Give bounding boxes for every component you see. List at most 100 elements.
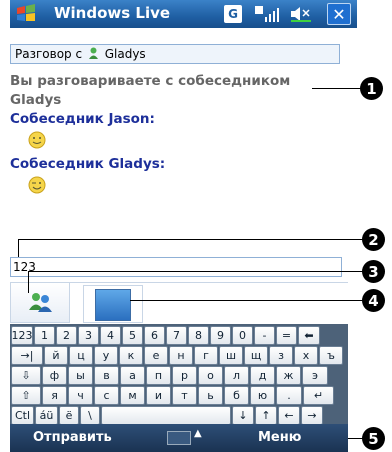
keyboard-key[interactable]: р xyxy=(172,366,197,385)
keyboard-row: ⇩ ф ы в а п р о л д ж э xyxy=(11,366,347,385)
contacts-icon xyxy=(29,293,52,312)
close-button[interactable]: ✕ xyxy=(327,3,351,25)
keyboard-key[interactable]: ч xyxy=(68,386,93,405)
conversation-contact: Gladys xyxy=(104,47,146,61)
keyboard-key[interactable]: м xyxy=(120,386,145,405)
keyboard-key[interactable]: ь xyxy=(198,386,223,405)
keyboard-key[interactable]: 2 xyxy=(56,326,77,345)
keyboard-key[interactable]: з xyxy=(269,346,293,365)
keyboard-key[interactable]: г xyxy=(194,346,218,365)
windows-start-icon[interactable] xyxy=(14,3,38,25)
keyboard-key[interactable]: . xyxy=(276,386,302,405)
keyboard-key[interactable]: ж xyxy=(276,366,301,385)
keyboard-key[interactable]: л xyxy=(224,366,249,385)
keyboard-key[interactable]: 4 xyxy=(100,326,121,345)
keyboard-key[interactable]: ↑ xyxy=(255,406,277,425)
keyboard-key[interactable]: - xyxy=(254,326,275,345)
keyboard-key[interactable]: щ xyxy=(244,346,268,365)
keyboard-key[interactable]: э xyxy=(302,366,328,385)
keyboard-row: Ctl áü ё \ ↓ ↑ ← → xyxy=(11,406,347,425)
keyboard-key[interactable]: й xyxy=(44,346,68,365)
send-softkey[interactable]: Отправить xyxy=(33,430,112,445)
keyboard-key[interactable]: 8 xyxy=(188,326,209,345)
keyboard-key[interactable]: в xyxy=(94,366,119,385)
message-speaker: Собеседник Gladys: xyxy=(10,156,166,172)
keyboard-key[interactable]: а xyxy=(120,366,145,385)
keyboard-key[interactable]: 0 xyxy=(232,326,253,345)
keyboard-key[interactable]: 123 xyxy=(11,326,33,345)
conversation-prefix: Разговор с xyxy=(15,47,83,61)
keyboard-key[interactable]: т xyxy=(172,386,197,405)
contact-person-icon xyxy=(88,47,98,59)
keyboard-key[interactable]: 1 xyxy=(34,326,55,345)
keyboard-key[interactable]: ц xyxy=(69,346,93,365)
keyboard-key[interactable]: ы xyxy=(68,366,93,385)
keyboard-key[interactable]: ⬅ xyxy=(298,326,320,345)
title-bar: Windows Live G ✕ xyxy=(10,0,357,28)
keyboard-key[interactable]: я xyxy=(42,386,67,405)
keyboard-key[interactable]: = xyxy=(276,326,297,345)
contacts-tab[interactable] xyxy=(10,283,70,323)
display-picture-tab[interactable] xyxy=(83,285,143,323)
callout-leader xyxy=(28,271,29,293)
volume-icon[interactable] xyxy=(288,5,314,23)
keyboard-key[interactable]: Ctl xyxy=(11,406,34,425)
keyboard-key[interactable]: ↵ xyxy=(303,386,334,405)
keyboard-key[interactable]: х xyxy=(294,346,318,365)
messenger-g-icon[interactable]: G xyxy=(224,5,242,23)
keyboard-key[interactable]: 5 xyxy=(122,326,143,345)
keyboard-key[interactable]: 9 xyxy=(210,326,231,345)
wink-emoticon-icon xyxy=(28,176,46,194)
keyboard-key[interactable]: áü xyxy=(35,406,58,425)
callout-3: 3 xyxy=(362,260,385,283)
callout-leader xyxy=(312,88,362,89)
keyboard-key[interactable]: ↓ xyxy=(232,406,254,425)
smiley-emoticon-icon xyxy=(28,131,46,149)
keyboard-key[interactable]: ← xyxy=(278,406,300,425)
keyboard-key[interactable]: к xyxy=(119,346,143,365)
keyboard-key[interactable]: →| xyxy=(11,346,43,365)
space-key[interactable] xyxy=(101,406,231,425)
keyboard-key[interactable]: и xyxy=(146,386,171,405)
callout-leader xyxy=(130,300,364,301)
keyboard-key[interactable]: е xyxy=(144,346,168,365)
keyboard-key[interactable]: п xyxy=(146,366,171,385)
callout-leader xyxy=(18,239,364,240)
keyboard-key[interactable]: ё xyxy=(59,406,79,425)
conversation-bar: Разговор с Gladys xyxy=(10,44,340,64)
keyboard-key[interactable]: д xyxy=(250,366,275,385)
chat-history: Вы разговариваете с собеседником Gladys … xyxy=(10,72,350,200)
keyboard-key[interactable]: → xyxy=(301,406,323,425)
keyboard-key[interactable]: с xyxy=(94,386,119,405)
keyboard-key[interactable]: ю xyxy=(250,386,275,405)
keyboard-toggle-icon[interactable] xyxy=(167,431,191,445)
keyboard-key[interactable]: ъ xyxy=(319,346,343,365)
keyboard-key[interactable]: н xyxy=(169,346,193,365)
keyboard-row: →| й ц у к е н г ш щ з х ъ xyxy=(11,346,347,365)
input-panel-arrow-icon[interactable]: ▲ xyxy=(194,428,202,439)
keyboard-key[interactable]: ⇩ xyxy=(11,366,41,385)
callout-4: 4 xyxy=(362,289,385,312)
keyboard-row: ⇧ я ч с м и т ь б ю. ↵ xyxy=(11,386,347,405)
keyboard-key[interactable]: о xyxy=(198,366,223,385)
keyboard-key[interactable]: 7 xyxy=(166,326,187,345)
keyboard-key[interactable]: 3 xyxy=(78,326,99,345)
keyboard-key[interactable]: ф xyxy=(42,366,67,385)
menu-softkey[interactable]: Меню xyxy=(258,430,301,445)
status-message: Вы разговариваете с собеседником Gladys xyxy=(10,73,291,108)
tab-strip xyxy=(10,282,348,323)
keyboard-row: 123 1 2 3 4 5 6 7 8 9 0- = ⬅ xyxy=(11,326,347,345)
keyboard-key[interactable]: б xyxy=(224,386,249,405)
signal-strength-icon[interactable] xyxy=(254,5,280,23)
callout-1: 1 xyxy=(360,77,383,100)
soft-keyboard: 123 1 2 3 4 5 6 7 8 9 0- = ⬅ →| й ц у к е н г ш щ з х ъ ⇩ ф ы в а п р о л д… xyxy=(10,324,348,425)
keyboard-key[interactable]: ⇧ xyxy=(11,386,41,405)
callout-leader xyxy=(18,239,19,257)
keyboard-key[interactable]: ш xyxy=(219,346,243,365)
message-input[interactable]: 123 xyxy=(10,257,342,277)
keyboard-key[interactable]: у xyxy=(94,346,118,365)
keyboard-key[interactable]: 6 xyxy=(144,326,165,345)
callout-leader xyxy=(28,271,364,272)
message-speaker: Собеседник Jason: xyxy=(10,111,155,127)
keyboard-key[interactable]: \ xyxy=(80,406,100,425)
